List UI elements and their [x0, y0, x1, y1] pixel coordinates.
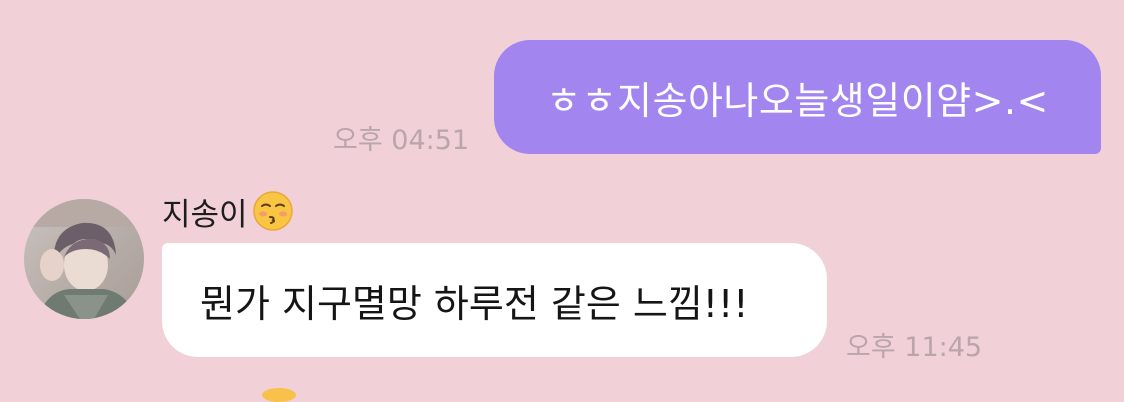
next-message-emoji-peek — [262, 388, 296, 402]
chat-view: 오후 04:51 ㅎㅎ지송아나오늘생일이얌>.< 지송이 뭔가 지구멸망 하루전… — [0, 0, 1124, 402]
outgoing-message-text: ㅎㅎ지송아나오늘생일이얌>.< — [546, 78, 1049, 123]
avatar-photo — [24, 199, 144, 319]
outgoing-message-bubble[interactable]: ㅎㅎ지송아나오늘생일이얌>.< — [494, 40, 1101, 154]
sender-label: 지송이 — [162, 188, 294, 234]
kissing-face-icon — [252, 190, 294, 232]
sender-name: 지송이 — [162, 196, 248, 233]
sender-avatar[interactable] — [24, 199, 144, 319]
outgoing-timestamp: 오후 04:51 — [333, 125, 470, 156]
incoming-message-text: 뭔가 지구멸망 하루전 같은 느낌!!! — [200, 281, 749, 326]
incoming-timestamp: 오후 11:45 — [846, 332, 983, 363]
incoming-message-bubble[interactable]: 뭔가 지구멸망 하루전 같은 느낌!!! — [162, 243, 827, 357]
